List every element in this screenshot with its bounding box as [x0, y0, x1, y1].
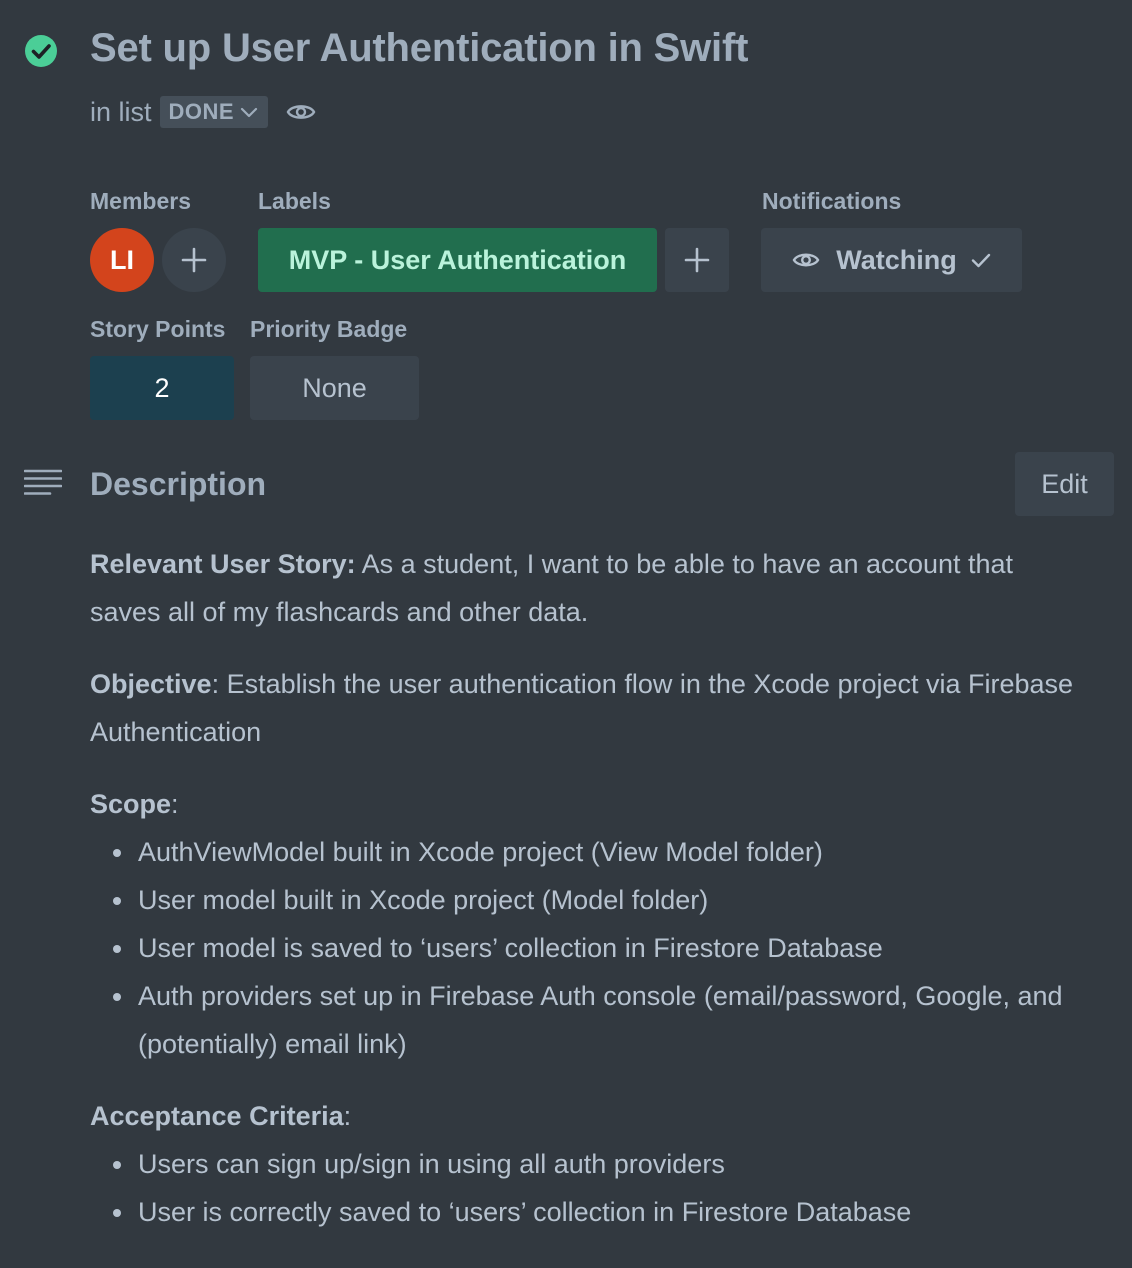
- description-body[interactable]: Relevant User Story: As a student, I wan…: [90, 540, 1090, 1236]
- scope-label: Scope: [90, 789, 172, 819]
- card-title[interactable]: Set up User Authentication in Swift: [90, 26, 748, 71]
- list-item: User is correctly saved to ‘users’ colle…: [90, 1188, 1090, 1236]
- objective-text: : Establish the user authentication flow…: [90, 669, 1074, 747]
- watching-label: Watching: [836, 244, 957, 275]
- plus-icon: [181, 247, 207, 273]
- check-circle-icon[interactable]: [24, 34, 58, 68]
- avatar[interactable]: LI: [90, 228, 154, 292]
- checkmark-icon: [971, 253, 990, 268]
- list-item: AuthViewModel built in Xcode project (Vi…: [90, 828, 1090, 876]
- list-item: Users can sign up/sign in using all auth…: [90, 1140, 1090, 1188]
- scope-heading: Scope:: [90, 780, 1090, 828]
- list-selector[interactable]: DONE: [159, 96, 269, 128]
- criteria-suffix: :: [343, 1101, 352, 1131]
- scope-list: AuthViewModel built in Xcode project (Vi…: [90, 828, 1090, 1068]
- criteria-heading: Acceptance Criteria:: [90, 1092, 1090, 1140]
- chevron-down-icon: [240, 107, 258, 118]
- list-item: User model built in Xcode project (Model…: [90, 876, 1090, 924]
- story-points-field[interactable]: 2: [90, 356, 234, 420]
- eye-icon[interactable]: [286, 101, 316, 123]
- description-icon: [24, 469, 62, 495]
- criteria-list: Users can sign up/sign in using all auth…: [90, 1140, 1090, 1236]
- objective-label: Objective: [90, 669, 212, 699]
- list-item: Auth providers set up in Firebase Auth c…: [90, 972, 1090, 1068]
- story-points-label: Story Points: [90, 316, 226, 342]
- eye-icon: [792, 253, 820, 267]
- label-chip[interactable]: MVP - User Authentication: [258, 228, 657, 292]
- watching-button[interactable]: Watching: [761, 228, 1022, 292]
- list-item: User model is saved to ‘users’ collectio…: [90, 924, 1090, 972]
- user-story-label: Relevant User Story:: [90, 549, 356, 579]
- list-name: DONE: [168, 99, 235, 124]
- list-info: in list DONE: [90, 96, 316, 128]
- objective-paragraph: Objective: Establish the user authentica…: [90, 660, 1090, 756]
- user-story-paragraph: Relevant User Story: As a student, I wan…: [90, 540, 1090, 636]
- add-label-button[interactable]: [665, 228, 729, 292]
- members-label: Members: [90, 188, 191, 214]
- description-heading: Description: [90, 466, 267, 502]
- notifications-label: Notifications: [762, 188, 902, 214]
- add-member-button[interactable]: [162, 228, 226, 292]
- priority-badge-label: Priority Badge: [250, 316, 408, 342]
- plus-icon: [684, 247, 710, 273]
- scope-suffix: :: [171, 789, 179, 819]
- edit-description-button[interactable]: Edit: [1015, 452, 1114, 516]
- labels-label: Labels: [258, 188, 331, 214]
- in-list-prefix: in list: [90, 96, 152, 127]
- criteria-label: Acceptance Criteria: [90, 1101, 344, 1131]
- priority-badge-field[interactable]: None: [250, 356, 419, 420]
